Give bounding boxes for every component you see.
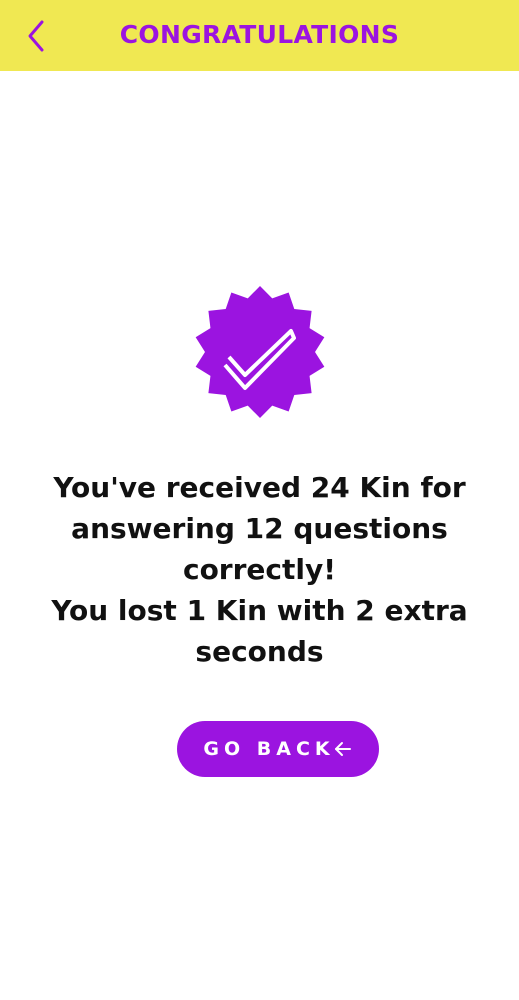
go-back-button[interactable]: GO BACK bbox=[177, 721, 379, 777]
result-message: You've received 24 Kin for answering 12 … bbox=[20, 467, 499, 672]
arrow-left-icon bbox=[333, 739, 353, 759]
result-line-2: answering 12 questions bbox=[71, 512, 448, 545]
result-line-1: You've received 24 Kin for bbox=[53, 471, 466, 504]
verified-check-badge-icon bbox=[193, 285, 327, 419]
app-header: CONGRATULATIONS bbox=[0, 0, 519, 71]
page-title: CONGRATULATIONS bbox=[119, 20, 400, 49]
go-back-label: GO BACK bbox=[203, 738, 335, 760]
result-line-4: You lost 1 Kin with 2 extra bbox=[51, 594, 468, 627]
result-line-3: correctly! bbox=[182, 553, 337, 586]
result-line-5: seconds bbox=[195, 635, 324, 668]
